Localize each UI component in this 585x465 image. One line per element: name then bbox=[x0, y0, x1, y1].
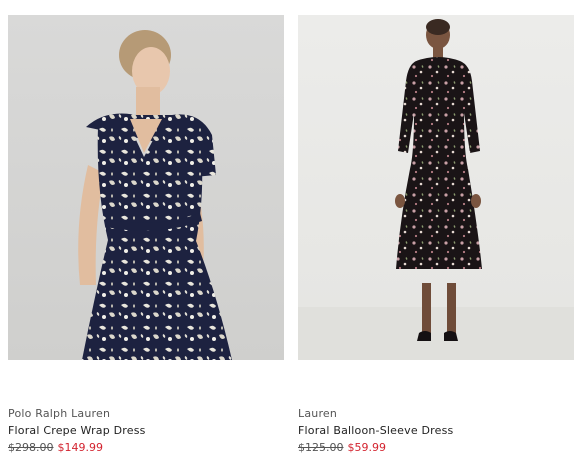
product-card[interactable]: Lauren Floral Balloon-Sleeve Dress $125.… bbox=[298, 15, 574, 454]
product-grid: Polo Ralph Lauren Floral Crepe Wrap Dres… bbox=[0, 0, 585, 465]
sale-price: $59.99 bbox=[347, 441, 387, 454]
product-brand[interactable]: Lauren bbox=[298, 407, 337, 420]
product-image[interactable] bbox=[298, 15, 574, 360]
product-prices: $125.00 $59.99 bbox=[298, 441, 386, 454]
sale-price: $149.99 bbox=[57, 441, 104, 454]
product-image[interactable] bbox=[8, 15, 284, 360]
product-card[interactable]: Polo Ralph Lauren Floral Crepe Wrap Dres… bbox=[8, 15, 284, 454]
product-photo-illustration bbox=[298, 19, 574, 360]
product-prices: $298.00 $149.99 bbox=[8, 441, 103, 454]
original-price: $125.00 bbox=[298, 441, 344, 454]
product-name[interactable]: Floral Crepe Wrap Dress bbox=[8, 424, 146, 437]
product-name[interactable]: Floral Balloon-Sleeve Dress bbox=[298, 424, 453, 437]
original-price: $298.00 bbox=[8, 441, 54, 454]
product-brand[interactable]: Polo Ralph Lauren bbox=[8, 407, 110, 420]
product-photo-illustration bbox=[78, 30, 232, 360]
